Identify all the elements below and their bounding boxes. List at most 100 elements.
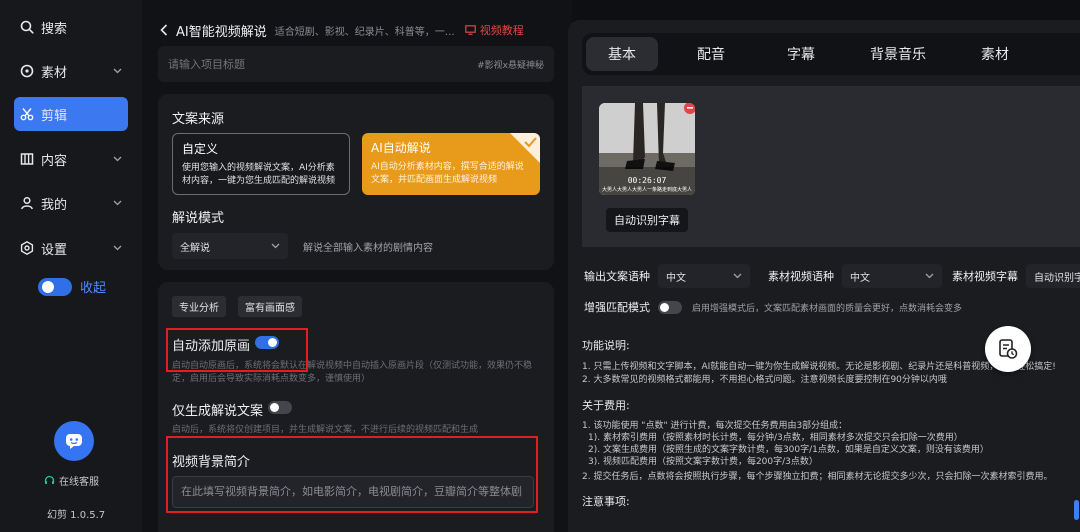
sidebar-item-mine[interactable]: 我的 <box>14 186 128 220</box>
fee-info-line: 1). 素材索引费用（按照素材时长计费，每分钟/3点数，相同素材多次提交只会扣除… <box>588 433 963 443</box>
content-icon <box>19 151 35 167</box>
customer-service-label: 在线客服 <box>59 477 99 488</box>
scrollbar-thumb[interactable] <box>1074 500 1079 520</box>
chevron-down-icon <box>271 243 280 249</box>
video-tutorial-label: 视频教程 <box>479 24 524 37</box>
script-source-label: 文案来源 <box>172 112 225 127</box>
script-source-card: 文案来源 自定义 使用您输入的视频解说文案，AI分析素材内容，一键为您生成匹配的… <box>158 94 554 270</box>
script-only-toggle[interactable] <box>268 401 292 414</box>
tab-subtitle[interactable]: 字幕 <box>756 37 846 71</box>
narration-mode-value: 全解说 <box>180 242 210 254</box>
language-options-row: 输出文案语种 中文 素材视频语种 中文 素材视频字幕 自动识别字幕 <box>584 264 1080 288</box>
page-title: AI智能视频解说 <box>176 24 267 40</box>
fee-info-line: 1. 该功能使用 "点数" 进行计费，每次提交任务费用由3部分组成： <box>582 421 848 431</box>
sidebar-item-label: 搜索 <box>41 21 68 37</box>
sidebar-item-search[interactable]: 搜索 <box>14 10 128 44</box>
enhance-mode-label: 增强匹配模式 <box>584 301 650 314</box>
project-title-field[interactable]: #影视x悬疑神秘 <box>158 46 554 82</box>
sidebar-item-content[interactable]: 内容 <box>14 142 128 176</box>
output-language-select[interactable]: 中文 <box>658 264 750 288</box>
source-option-custom[interactable]: 自定义 使用您输入的视频解说文案，AI分析素材内容，一键为您生成匹配的解说视频 <box>172 133 350 195</box>
option-title: AI自动解说 <box>371 141 431 155</box>
project-title-input[interactable] <box>168 57 478 71</box>
material-language-label: 素材视频语种 <box>768 270 834 283</box>
collapse-label: 收起 <box>80 281 107 296</box>
chevron-down-icon <box>110 64 124 78</box>
sidebar-item-label: 内容 <box>41 153 68 169</box>
remove-icon[interactable] <box>684 103 695 114</box>
chat-bot-icon <box>66 434 82 449</box>
enhance-mode-description: 启用增强模式后，文案匹配素材画面的质量会更好，点数消耗会变多 <box>692 303 963 314</box>
video-frame-subtitle: 大男人大男人大男人一条路走到底大男人 <box>601 187 692 193</box>
sidebar-item-settings[interactable]: 设置 <box>14 231 128 265</box>
gear-icon <box>19 240 35 256</box>
tab-background-music[interactable]: 背景音乐 <box>846 37 950 71</box>
headset-icon <box>44 475 55 486</box>
chevron-down-icon <box>110 241 124 255</box>
scissors-icon <box>19 106 35 122</box>
search-icon <box>19 19 35 35</box>
narration-mode-label: 解说模式 <box>172 211 225 226</box>
video-duration: 00:26:07 <box>627 176 667 185</box>
narration-mode-description: 解说全部输入素材的剧情内容 <box>303 243 433 254</box>
app-version: 幻剪 1.0.5.7 <box>47 510 106 521</box>
editor-header: AI智能视频解说 适合短剧、影视、纪录片、科普等，一键自动生成解说视频 视频教程 <box>160 18 560 42</box>
auto-original-toggle[interactable] <box>255 336 279 349</box>
style-chip[interactable]: 专业分析 <box>172 296 226 317</box>
tab-voiceover[interactable]: 配音 <box>666 37 756 71</box>
fee-info-line: 2. 提交任务后，点数将会按照执行步骤，每个步骤独立扣费；相同素材无论提交多少次… <box>582 472 1053 482</box>
video-tutorial-link[interactable]: 视频教程 <box>464 22 524 38</box>
video-background-input[interactable] <box>181 483 525 501</box>
option-description: AI自动分析素材内容，撰写合适的解说文案，并匹配画面生成解说视频 <box>371 162 524 185</box>
material-subtitle-value: 自动识别字幕 <box>1034 272 1080 284</box>
tab-basic[interactable]: 基本 <box>586 37 658 71</box>
style-chip[interactable]: 富有画面感 <box>238 296 302 317</box>
sidebar-item-edit[interactable]: 剪辑 <box>14 97 128 131</box>
sidebar-item-label: 设置 <box>41 242 68 258</box>
material-subtitle-select[interactable]: 自动识别字幕 <box>1026 264 1080 288</box>
function-info-line: 2. 大多数常见的视频格式都能用，不用担心格式问题。注意视频长度要控制在90分钟… <box>582 375 947 385</box>
material-icon <box>19 63 35 79</box>
chevron-down-icon <box>110 152 124 166</box>
collapse-toggle[interactable] <box>38 277 72 296</box>
back-icon[interactable] <box>160 24 168 36</box>
fee-info-line: 2). 文案生成费用（按照生成的文案字数计费，每300字/1点数，如果是自定义文… <box>588 445 989 455</box>
source-option-ai[interactable]: AI自动解说 AI自动分析素材内容，撰写合适的解说文案，并匹配画面生成解说视频 <box>362 133 540 195</box>
customer-service-link[interactable]: 在线客服 <box>44 473 99 488</box>
advanced-options-card: 专业分析 富有画面感 自动添加原画 启动自动原画后，系统将会默认在解说视频中自动… <box>158 282 554 532</box>
sidebar-item-material[interactable]: 素材 <box>14 54 128 88</box>
settings-panel: 基本 配音 字幕 背景音乐 素材 00:26:07 大男人大男人大男人一条路走到… <box>568 20 1080 532</box>
material-language-select[interactable]: 中文 <box>842 264 942 288</box>
document-clock-icon <box>999 339 1018 359</box>
narration-mode-select[interactable]: 全解说 <box>172 233 288 259</box>
video-thumbnail[interactable]: 00:26:07 大男人大男人大男人一条路走到底大男人 <box>599 103 695 195</box>
video-background-field[interactable] <box>172 476 534 508</box>
settings-tabs: 基本 配音 字幕 背景音乐 素材 <box>582 33 1080 75</box>
editor-panel: AI智能视频解说 适合短剧、影视、纪录片、科普等，一键自动生成解说视频 视频教程… <box>142 0 572 532</box>
auto-original-description: 启动自动原画后，系统将会默认在解说视频中自动插入原画片段（仅测试功能，效果仍不稳… <box>172 361 533 384</box>
monitor-icon <box>464 25 476 35</box>
enhance-mode-toggle[interactable] <box>658 300 682 314</box>
output-language-value: 中文 <box>666 272 686 284</box>
sidebar: 搜索 素材 剪辑 内容 我的 设置 收起 在线客服 幻剪 1.0.5.7 <box>0 0 142 532</box>
tab-material[interactable]: 素材 <box>950 37 1040 71</box>
sidebar-item-label: 我的 <box>41 197 68 213</box>
sidebar-collapse[interactable]: 收起 <box>38 277 106 296</box>
selected-check-icon <box>510 133 540 163</box>
option-description: 使用您输入的视频解说文案，AI分析素材内容，一键为您生成匹配的解说视频 <box>182 163 336 186</box>
fee-info-line: 3). 视频匹配费用（按照文案字数计费，每200字/3点数） <box>588 457 818 467</box>
notes-title: 注意事项: <box>582 496 630 508</box>
auto-subtitle-button[interactable]: 自动识别字幕 <box>606 208 688 232</box>
sidebar-item-label: 剪辑 <box>41 108 68 124</box>
script-only-description: 启动后，系统将仅创建项目，并生成解说文案，不进行后续的视频匹配和生成 <box>172 425 479 435</box>
material-language-value: 中文 <box>850 272 870 284</box>
task-history-button[interactable] <box>985 326 1031 372</box>
fee-info-title: 关于费用: <box>582 400 630 412</box>
sidebar-item-label: 素材 <box>41 65 68 81</box>
option-title: 自定义 <box>182 142 219 156</box>
chevron-down-icon <box>925 273 934 279</box>
video-background-title: 视频背景简介 <box>172 455 251 470</box>
output-language-label: 输出文案语种 <box>584 270 650 283</box>
media-panel: 00:26:07 大男人大男人大男人一条路走到底大男人 自动识别字幕 <box>582 86 1080 247</box>
customer-service-button[interactable] <box>54 421 94 461</box>
